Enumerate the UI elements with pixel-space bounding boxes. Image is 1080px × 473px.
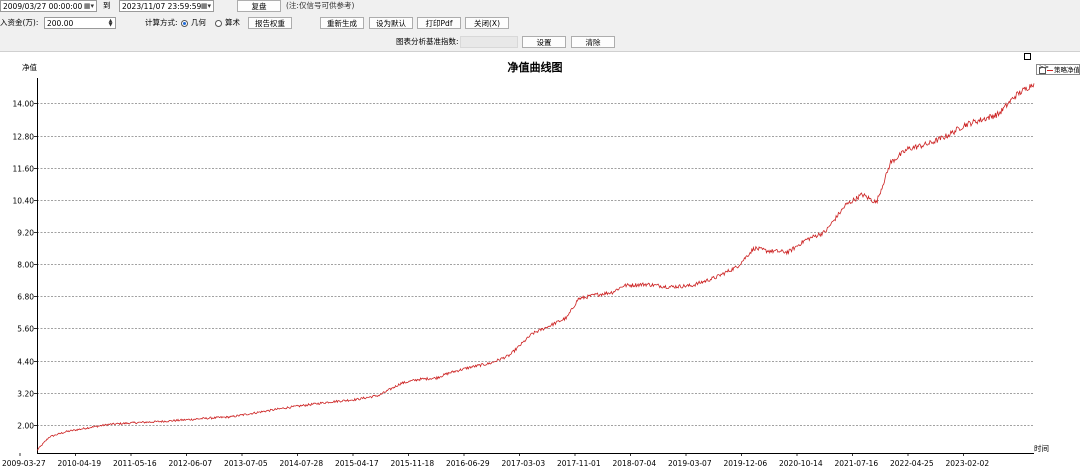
radio-geometric[interactable] [181, 20, 188, 27]
x-tick-label: 2017-11-01 [557, 459, 601, 468]
capital-input[interactable]: 200.00 ▲ ▼ [44, 17, 116, 29]
capital-value: 200.00 [47, 19, 74, 28]
x-tick-label: 2019-03-07 [668, 459, 712, 468]
x-axis-label: 时间 [1034, 443, 1049, 453]
set-default-button[interactable]: 设为默认 [369, 17, 413, 29]
spinner-icon[interactable]: ▲ ▼ [107, 19, 114, 28]
report-weight-button[interactable]: 报告权重 [248, 17, 292, 29]
x-tick-label: 2020-10-14 [779, 459, 823, 468]
y-tick-label: 11.60 [13, 165, 35, 174]
axes [37, 78, 1034, 454]
x-tick-label: 2013-07-05 [224, 459, 268, 468]
radio-arithmetic[interactable] [215, 20, 222, 27]
maximize-icon[interactable] [1024, 53, 1031, 60]
x-tick-label: 2010-04-19 [58, 459, 102, 468]
calendar-dropdown-icon[interactable]: ▦▾ [200, 2, 212, 11]
replay-button[interactable]: 复盘 [237, 0, 281, 12]
y-tick-labels: 2.00 3.20 4.40 5.60 6.80 8.00 9.20 10.40 11.60 12… [13, 100, 35, 431]
regenerate-button[interactable]: 重新生成 [320, 17, 364, 29]
signal-note: (注:仅信号可供参考) [286, 1, 355, 10]
legend-series-label: 策略净值 [1054, 66, 1080, 74]
calendar-dropdown-icon[interactable]: ▦▾ [83, 2, 95, 11]
toolbar-row-2: 入资金(万): 200.00 ▲ ▼ 计算方式: 几何 算术 报告权重 重新生成 … [0, 15, 1080, 32]
y-tick-label: 8.00 [17, 261, 34, 270]
y-tick-label: 5.60 [17, 325, 34, 334]
toolbar-row-1: 2009/03/27 00:00:00 ▦▾ 到 2023/11/07 23:5… [0, 0, 1080, 15]
benchmark-label: 图表分析基准指数: [396, 37, 459, 46]
toolbar-row-3: 图表分析基准指数: 设置 清除 [0, 34, 1080, 50]
x-tick-label: 2015-11-18 [391, 459, 435, 468]
nav-line-chart: 净值曲线图 净值 时间 2.00 3.20 4.40 5.60 6.80 8.00 9.20… [2, 53, 1049, 468]
legend-box[interactable]: >> 策略净值 [1036, 64, 1080, 75]
x-tick-label: 2009-03-27 [2, 459, 46, 468]
benchmark-settings-button[interactable]: 设置 [522, 36, 566, 48]
end-date-picker[interactable]: 2023/11/07 23:59:59 ▦▾ [119, 0, 214, 12]
y-tick-label: 14.00 [13, 100, 35, 109]
to-label: 到 [103, 1, 111, 10]
x-tick-label: 2014-07-28 [280, 459, 324, 468]
y-tick-label: 12.80 [13, 133, 35, 142]
radio-arithmetic-label: 算术 [225, 18, 240, 27]
x-tick-labels: 2009-03-27 2010-04-19 2011-05-16 2012-06-07… [2, 453, 989, 468]
y-tick-label: 10.40 [13, 197, 35, 206]
x-tick-label: 2021-07-16 [835, 459, 879, 468]
chart-title: 净值曲线图 [508, 60, 563, 74]
series-line-0 [36, 83, 1035, 451]
end-date-value: 2023/11/07 23:59:59 [122, 2, 202, 11]
legend-line-swatch [1047, 70, 1053, 71]
benchmark-clear-button[interactable]: 清除 [571, 36, 615, 48]
calc-method-label: 计算方式: [145, 18, 178, 27]
series-lines [36, 83, 1035, 451]
close-button[interactable]: 关闭(X) [465, 17, 509, 29]
y-tick-label: 3.20 [17, 390, 34, 399]
start-date-value: 2009/03/27 00:00:00 [3, 2, 83, 11]
y-tick-label: 4.40 [17, 358, 34, 367]
x-tick-label: 2012-06-07 [169, 459, 213, 468]
x-tick-label: 2019-12-06 [724, 459, 768, 468]
y-tick-label: 6.80 [17, 293, 34, 302]
start-date-picker[interactable]: 2009/03/27 00:00:00 ▦▾ [0, 0, 97, 12]
x-tick-label: 2011-05-16 [113, 459, 157, 468]
x-tick-label: 2022-04-25 [890, 459, 934, 468]
x-tick-label: 2015-04-17 [335, 459, 379, 468]
print-pdf-button[interactable]: 打印Pdf [417, 17, 461, 29]
y-tick-label: 9.20 [17, 229, 34, 238]
radio-geometric-label: 几何 [191, 18, 206, 27]
x-tick-label: 2017-03-03 [502, 459, 546, 468]
x-tick-label: 2016-06-29 [446, 459, 490, 468]
y-tick-label: 2.00 [17, 422, 34, 431]
x-tick-label: 2018-07-04 [613, 459, 657, 468]
grid-lines [34, 103, 1034, 426]
benchmark-input[interactable] [460, 36, 518, 48]
x-tick-label: 2023-02-02 [946, 459, 990, 468]
legend-checkbox[interactable] [1039, 67, 1046, 74]
y-axis-label: 净值 [22, 62, 37, 72]
capital-label: 入资金(万): [0, 18, 39, 27]
